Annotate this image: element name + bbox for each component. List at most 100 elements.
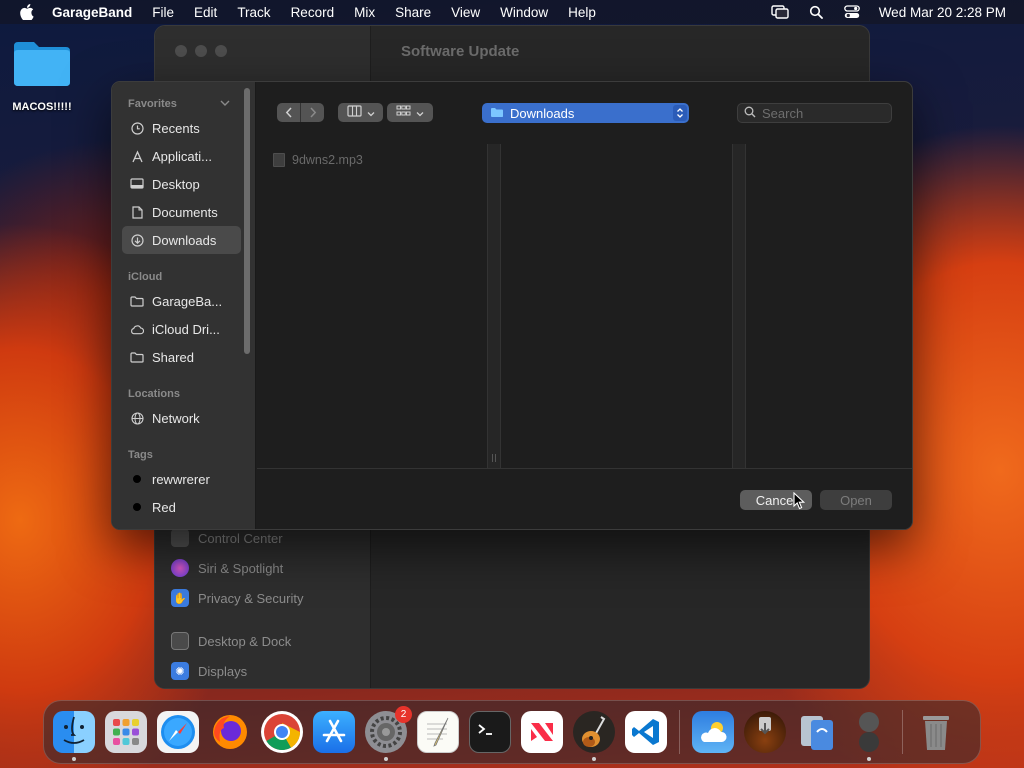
control-center-icon xyxy=(171,529,189,547)
dialog-toolbar: Downloads xyxy=(257,82,912,144)
group-by-button[interactable] xyxy=(387,103,433,122)
menu-view[interactable]: View xyxy=(451,5,480,20)
chevron-down-icon[interactable] xyxy=(220,98,230,110)
finder-icon[interactable] xyxy=(53,711,95,761)
app-store-icon[interactable] xyxy=(313,711,355,753)
clock-icon xyxy=(130,121,144,135)
sidebar-item-label: Documents xyxy=(152,204,218,220)
displays-icon: ✺ xyxy=(171,662,189,680)
running-indicator xyxy=(867,757,871,761)
section-header: Favorites xyxy=(128,98,177,110)
settings-item-siri-spotlight[interactable]: Siri & Spotlight xyxy=(171,553,303,583)
menu-app-name[interactable]: GarageBand xyxy=(52,5,132,20)
sidebar-scrollbar[interactable] xyxy=(244,88,250,354)
settings-item-privacy-security[interactable]: ✋ Privacy & Security xyxy=(171,583,303,613)
column-view-icon xyxy=(346,104,362,122)
weather-icon[interactable] xyxy=(692,711,734,753)
search-input[interactable] xyxy=(762,105,882,121)
running-indicator xyxy=(72,757,76,761)
trash-icon[interactable] xyxy=(915,711,957,753)
back-button[interactable] xyxy=(277,103,300,122)
sidebar-item-applications[interactable]: Applicati... xyxy=(122,142,241,170)
garageband-icon[interactable] xyxy=(573,711,615,761)
migration-icon[interactable] xyxy=(796,711,838,753)
forward-button[interactable] xyxy=(301,103,324,122)
location-popup[interactable]: Downloads xyxy=(482,103,689,123)
desktop-folder-label: MACOS!!!!! xyxy=(12,101,72,113)
view-mode-button[interactable] xyxy=(338,103,383,122)
menu-share[interactable]: Share xyxy=(395,5,431,20)
settings-item-displays[interactable]: ✺ Displays xyxy=(171,656,303,686)
sidebar-item-garageband-folder[interactable]: GarageBa... xyxy=(122,287,241,315)
open-button[interactable]: Open xyxy=(820,490,892,510)
system-settings-icon[interactable]: 2 xyxy=(365,706,412,761)
installer-icon[interactable] xyxy=(744,711,786,753)
sidebar-item-icloud-drive[interactable]: iCloud Dri... xyxy=(122,315,241,343)
vscode-icon[interactable] xyxy=(625,711,667,753)
menu-track[interactable]: Track xyxy=(237,5,270,20)
section-header: iCloud xyxy=(128,271,163,283)
menu-window[interactable]: Window xyxy=(500,5,548,20)
settings-item-label: Displays xyxy=(198,663,248,679)
minimize-button[interactable] xyxy=(195,45,207,57)
dialog-footer: Cancel Open xyxy=(257,468,912,529)
settings-item-label: Privacy & Security xyxy=(198,590,304,606)
news-icon[interactable] xyxy=(521,711,563,753)
settings-item-desktop-dock[interactable]: Desktop & Dock xyxy=(171,626,303,656)
sidebar-item-shared[interactable]: Shared xyxy=(122,343,241,371)
file-column-2 xyxy=(501,144,732,468)
chevron-down-icon xyxy=(416,104,424,122)
sidebar-item-label: Red xyxy=(152,499,176,515)
close-button[interactable] xyxy=(175,45,187,57)
dock-separator xyxy=(679,710,680,754)
terminal-icon[interactable] xyxy=(469,711,511,753)
control-center-icon[interactable] xyxy=(843,4,861,20)
sidebar-item-label: Downloads xyxy=(152,232,217,248)
navigation-buttons xyxy=(277,103,324,122)
file-name: 9dwns2.mp3 xyxy=(292,153,363,167)
grid-icon xyxy=(396,104,411,122)
sidebar-item-documents[interactable]: Documents xyxy=(122,198,241,226)
file-column-3 xyxy=(746,144,912,468)
sidebar-item-label: Applicati... xyxy=(152,148,212,164)
sidebar-item-label: Shared xyxy=(152,349,194,365)
apple-menu-icon[interactable] xyxy=(18,3,36,21)
file-item[interactable]: 9dwns2.mp3 xyxy=(257,150,487,170)
spotlight-search-icon[interactable] xyxy=(807,4,825,20)
folder-icon xyxy=(130,294,144,308)
settings-sidebar-list: Control Center Siri & Spotlight ✋ Privac… xyxy=(171,523,303,686)
safari-icon[interactable] xyxy=(157,711,199,753)
menu-edit[interactable]: Edit xyxy=(194,5,217,20)
dock-icon xyxy=(171,632,189,650)
zoom-button[interactable] xyxy=(215,45,227,57)
sidebar-item-downloads[interactable]: Downloads xyxy=(122,226,241,254)
column-resize-handle[interactable] xyxy=(487,144,501,468)
sidebar-item-label: GarageBa... xyxy=(152,293,223,309)
search-field[interactable] xyxy=(737,103,892,123)
sidebar-section-icloud: iCloud xyxy=(112,267,255,287)
firefox-icon[interactable] xyxy=(209,711,251,753)
running-indicator xyxy=(592,757,596,761)
sidebar-item-tag-rewwrerer[interactable]: rewwrerer xyxy=(122,465,241,493)
sidebar-item-label: iCloud Dri... xyxy=(152,321,220,337)
desktop-folder[interactable]: MACOS!!!!! xyxy=(6,38,78,113)
notification-badge: 2 xyxy=(395,706,412,723)
clock-datetime[interactable]: Wed Mar 20 2:28 PM xyxy=(879,5,1006,20)
sidebar-item-tag-red[interactable]: Red xyxy=(122,493,241,521)
menu-record[interactable]: Record xyxy=(291,5,335,20)
sidebar-section-locations: Locations xyxy=(112,384,255,404)
sidebar-section-favorites: Favorites xyxy=(112,94,255,114)
sidebar-item-recents[interactable]: Recents xyxy=(122,114,241,142)
chrome-icon[interactable] xyxy=(261,711,303,753)
preview-icon[interactable] xyxy=(848,711,890,761)
screen-mirroring-icon[interactable] xyxy=(770,4,789,20)
menu-mix[interactable]: Mix xyxy=(354,5,375,20)
launchpad-icon[interactable] xyxy=(105,711,147,753)
sidebar-item-desktop[interactable]: Desktop xyxy=(122,170,241,198)
sidebar-item-label: rewwrerer xyxy=(152,471,210,487)
sidebar-item-network[interactable]: Network xyxy=(122,404,241,432)
menu-help[interactable]: Help xyxy=(568,5,596,20)
column-resize-handle[interactable] xyxy=(732,144,746,468)
textedit-icon[interactable] xyxy=(417,711,459,753)
menu-file[interactable]: File xyxy=(152,5,174,20)
